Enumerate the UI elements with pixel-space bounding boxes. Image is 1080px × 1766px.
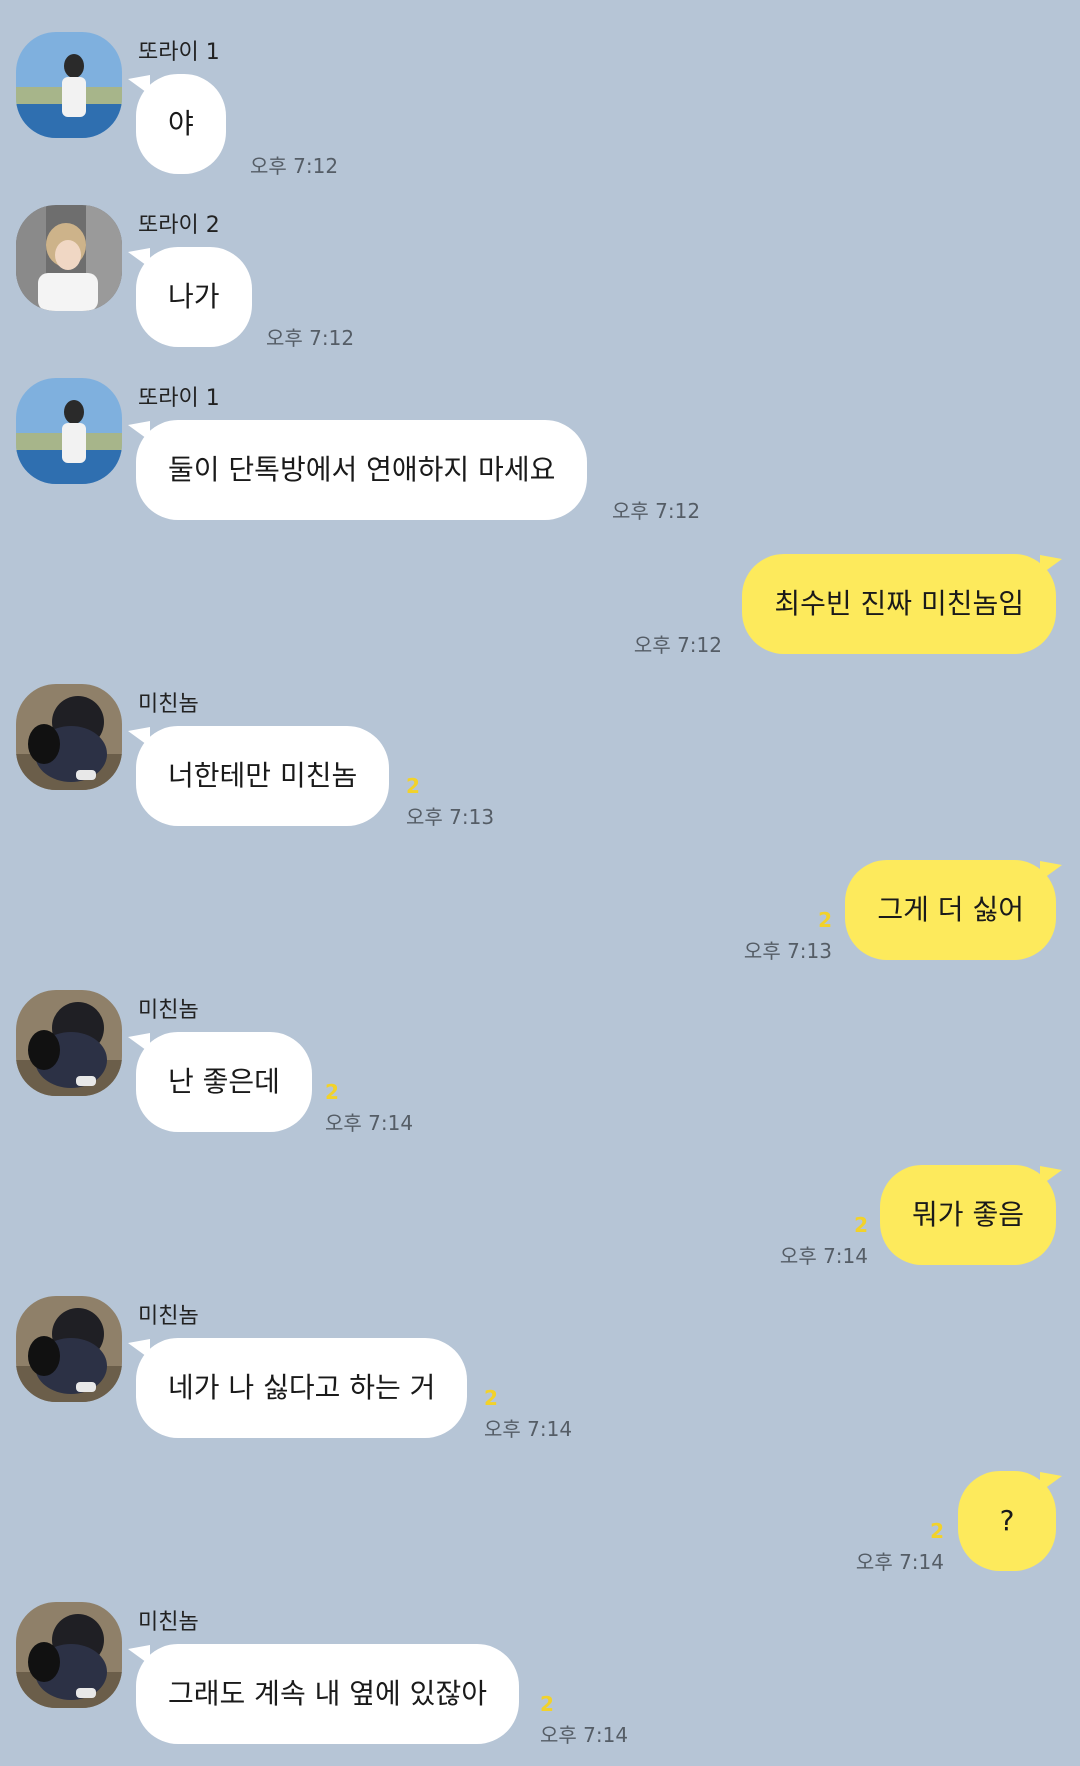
bubble-tail xyxy=(1040,1166,1062,1186)
message-timestamp: 오후 7:13 xyxy=(406,805,495,829)
outgoing-message-bubble[interactable]: 뭐가 좋음 xyxy=(880,1165,1056,1265)
sender-name: 미친놈 xyxy=(138,692,199,717)
message-timestamp: 오후 7:14 xyxy=(540,1723,629,1747)
profile-avatar[interactable] xyxy=(16,990,122,1096)
message-timestamp: 오후 7:14 xyxy=(484,1417,573,1441)
profile-photo-icon xyxy=(16,1296,122,1402)
message-timestamp: 오후 7:12 xyxy=(266,326,355,350)
message-timestamp: 오후 7:14 xyxy=(779,1244,868,1268)
profile-photo-icon xyxy=(16,205,122,311)
chat-room[interactable]: 또라이 1 야 오후 7:12 또라이 2 나가 오후 7:12 또라이 1 둘… xyxy=(0,0,1080,1766)
outgoing-message-bubble[interactable]: 그게 더 싫어 xyxy=(845,860,1056,960)
profile-photo-icon xyxy=(16,684,122,790)
profile-photo-icon xyxy=(16,378,122,484)
unread-count: 2 xyxy=(540,1692,554,1716)
outgoing-message-bubble[interactable]: 최수빈 진짜 미친놈임 xyxy=(742,554,1056,654)
incoming-message-bubble[interactable]: 둘이 단톡방에서 연애하지 마세요 xyxy=(136,420,588,520)
unread-count: 2 xyxy=(818,908,832,932)
unread-count: 2 xyxy=(406,774,420,798)
sender-name: 미친놈 xyxy=(138,1304,199,1329)
message-timestamp: 오후 7:14 xyxy=(855,1550,944,1574)
message-timestamp: 오후 7:12 xyxy=(633,633,722,657)
sender-name: 미친놈 xyxy=(138,1610,199,1635)
profile-photo-icon xyxy=(16,990,122,1096)
unread-count: 2 xyxy=(325,1080,339,1104)
profile-avatar[interactable] xyxy=(16,1296,122,1402)
unread-count: 2 xyxy=(484,1386,498,1410)
bubble-tail xyxy=(1040,555,1062,575)
profile-avatar[interactable] xyxy=(16,1602,122,1708)
profile-photo-icon xyxy=(16,32,122,138)
profile-avatar[interactable] xyxy=(16,378,122,484)
message-timestamp: 오후 7:12 xyxy=(250,154,339,178)
unread-count: 2 xyxy=(930,1519,944,1543)
message-timestamp: 오후 7:14 xyxy=(325,1111,414,1135)
sender-name: 미친놈 xyxy=(138,998,199,1023)
incoming-message-bubble[interactable]: 나가 xyxy=(136,247,252,347)
incoming-message-bubble[interactable]: 야 xyxy=(136,74,226,174)
message-timestamp: 오후 7:13 xyxy=(743,939,832,963)
sender-name: 또라이 1 xyxy=(138,386,220,411)
bubble-tail xyxy=(1040,861,1062,881)
unread-count: 2 xyxy=(854,1213,868,1237)
bubble-tail xyxy=(1040,1472,1062,1492)
incoming-message-bubble[interactable]: 그래도 계속 내 옆에 있잖아 xyxy=(136,1644,519,1744)
profile-avatar[interactable] xyxy=(16,205,122,311)
incoming-message-bubble[interactable]: 난 좋은데 xyxy=(136,1032,312,1132)
profile-photo-icon xyxy=(16,1602,122,1708)
incoming-message-bubble[interactable]: 너한테만 미친놈 xyxy=(136,726,390,826)
sender-name: 또라이 1 xyxy=(138,40,220,65)
profile-avatar[interactable] xyxy=(16,684,122,790)
message-timestamp: 오후 7:12 xyxy=(612,499,701,523)
incoming-message-bubble[interactable]: 네가 나 싫다고 하는 거 xyxy=(136,1338,468,1438)
sender-name: 또라이 2 xyxy=(138,213,220,238)
profile-avatar[interactable] xyxy=(16,32,122,138)
